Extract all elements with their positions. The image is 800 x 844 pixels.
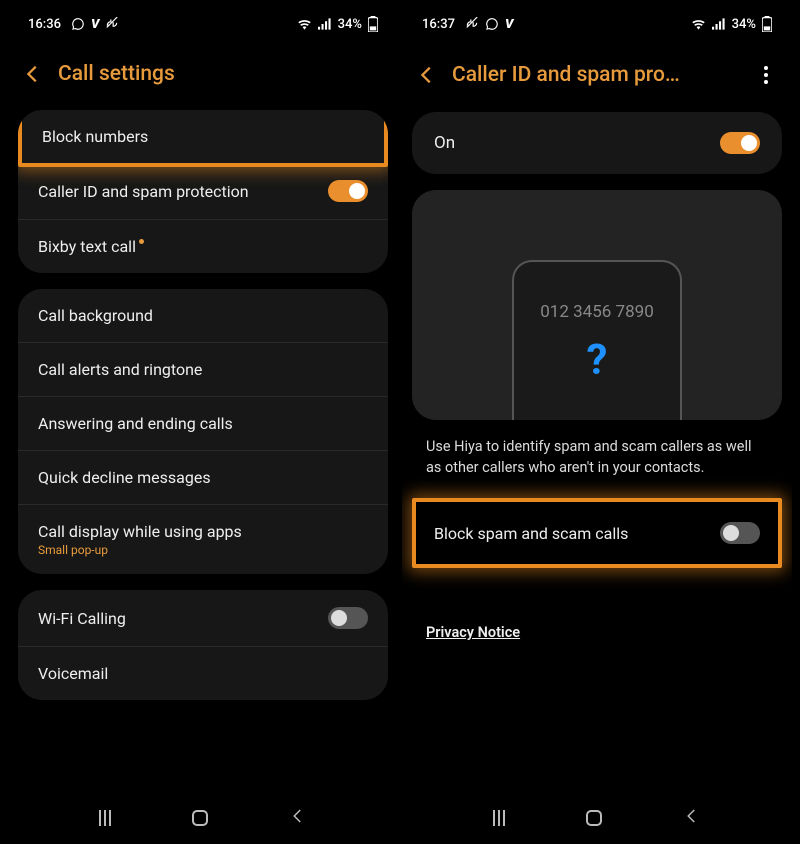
toggle-wifi-calling[interactable] [328, 607, 368, 629]
battery-icon [368, 16, 378, 32]
row-wifi-calling[interactable]: Wi-Fi Calling [18, 590, 388, 647]
row-answering-ending[interactable]: Answering and ending calls [18, 397, 388, 451]
settings-group-1: Block numbers Caller ID and spam protect… [18, 110, 388, 273]
main-toggle-card[interactable]: On [412, 112, 782, 174]
row-label: Bixby text call [38, 237, 144, 256]
status-time: 16:36 [28, 17, 61, 32]
whatsapp-icon [485, 17, 499, 31]
nav-bar [402, 792, 792, 844]
row-label: Quick decline messages [38, 468, 211, 487]
row-label: Call display while using apps [38, 522, 242, 541]
more-icon[interactable] [760, 62, 772, 88]
row-label: Wi-Fi Calling [38, 609, 126, 628]
app-v-icon: V [91, 17, 99, 32]
battery-icon [762, 16, 772, 32]
signal-icon [712, 18, 726, 30]
row-label: Answering and ending calls [38, 414, 233, 433]
battery-pct: 34% [732, 17, 756, 32]
highlight-block-spam[interactable]: Block spam and scam calls [412, 498, 782, 568]
nav-recents-button[interactable] [493, 810, 505, 826]
highlight-block-numbers: Block numbers [18, 110, 388, 167]
call-settings-screen: 16:36 V 34% Call settings [8, 0, 398, 844]
row-quick-decline[interactable]: Quick decline messages [18, 451, 388, 505]
caller-id-spam-screen: 16:37 V 34% Caller ID and spam [402, 0, 792, 844]
header: Caller ID and spam pro… [402, 48, 792, 112]
privacy-notice-link[interactable]: Privacy Notice [412, 624, 782, 641]
row-label: Block numbers [42, 127, 148, 146]
toggle-caller-id[interactable] [328, 180, 368, 202]
row-caller-id-spam[interactable]: Caller ID and spam protection [18, 163, 388, 220]
mute-icon [105, 17, 119, 31]
phone-mockup: 012 3456 7890 ? [512, 260, 682, 420]
nav-recents-button[interactable] [99, 810, 111, 826]
nav-back-button[interactable] [683, 807, 701, 829]
status-bar: 16:36 V 34% [8, 0, 398, 48]
mock-number: 012 3456 7890 [540, 302, 654, 322]
mute-icon [465, 17, 479, 31]
settings-group-3: Wi-Fi Calling Voicemail [18, 590, 388, 700]
row-call-display-apps[interactable]: Call display while using apps Small pop-… [18, 505, 388, 574]
header: Call settings [8, 48, 398, 110]
new-indicator-icon [139, 239, 144, 244]
settings-group-2: Call background Call alerts and ringtone… [18, 289, 388, 574]
row-call-background[interactable]: Call background [18, 289, 388, 343]
row-label: Caller ID and spam protection [38, 182, 249, 201]
nav-bar [8, 792, 398, 844]
question-mark-icon: ? [587, 336, 608, 385]
block-spam-label: Block spam and scam calls [434, 524, 628, 543]
back-icon[interactable] [22, 63, 44, 85]
status-time: 16:37 [422, 17, 455, 32]
row-voicemail[interactable]: Voicemail [18, 647, 388, 700]
nav-home-button[interactable] [192, 810, 208, 826]
row-label: Call background [38, 306, 153, 325]
row-label: Call alerts and ringtone [38, 360, 202, 379]
preview-illustration: 012 3456 7890 ? [412, 190, 782, 420]
row-label: Voicemail [38, 664, 108, 683]
wifi-icon [691, 18, 706, 30]
row-bixby-text-call[interactable]: Bixby text call [18, 220, 388, 273]
toggle-block-spam[interactable] [720, 522, 760, 544]
page-title: Caller ID and spam pro… [452, 63, 746, 87]
row-sublabel: Small pop-up [38, 543, 242, 557]
description-text: Use Hiya to identify spam and scam calle… [412, 436, 782, 478]
status-bar: 16:37 V 34% [402, 0, 792, 48]
nav-back-button[interactable] [289, 807, 307, 829]
wifi-icon [297, 18, 312, 30]
signal-icon [318, 18, 332, 30]
row-call-alerts[interactable]: Call alerts and ringtone [18, 343, 388, 397]
page-title: Call settings [58, 62, 378, 86]
nav-home-button[interactable] [586, 810, 602, 826]
toggle-main[interactable] [720, 132, 760, 154]
app-v-icon: V [505, 17, 513, 32]
back-icon[interactable] [416, 64, 438, 86]
whatsapp-icon [71, 17, 85, 31]
battery-pct: 34% [338, 17, 362, 32]
main-toggle-label: On [434, 133, 455, 153]
row-block-numbers[interactable]: Block numbers [22, 110, 384, 163]
